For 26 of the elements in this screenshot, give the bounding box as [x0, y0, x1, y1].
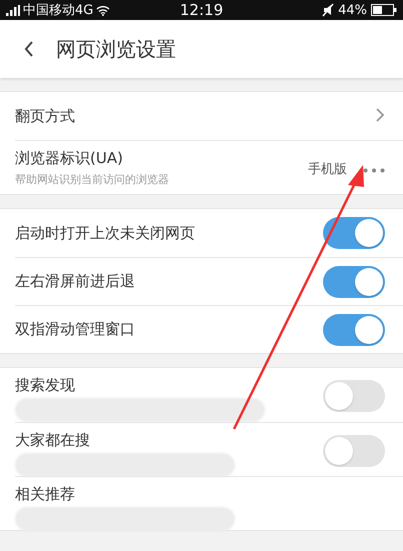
toggle-switch[interactable]: [323, 380, 385, 412]
setting-title: 双指滑动管理窗口: [15, 320, 135, 339]
setting-value: 手机版: [308, 162, 347, 176]
setting-title: 相关推荐: [15, 485, 75, 504]
setting-description: 帮助网站识别当前访问的浏览器: [15, 172, 169, 186]
setting-title: 左右滑屏前进后退: [15, 272, 135, 291]
setting-title: 翻页方式: [15, 106, 75, 126]
toggle-switch[interactable]: [323, 314, 385, 346]
toggle-switch[interactable]: [323, 435, 385, 467]
signal-icon: [6, 4, 20, 16]
setting-title: 搜索发现: [15, 376, 75, 395]
setting-title: 浏览器标识(UA): [15, 148, 123, 168]
wifi-icon: [96, 4, 110, 16]
clock-time: 12:19: [180, 1, 224, 19]
setting-title: 大家都在搜: [15, 431, 90, 450]
battery-percent: 44%: [338, 2, 368, 18]
toggle-switch[interactable]: [323, 217, 385, 249]
page-title: 网页浏览设置: [56, 36, 176, 62]
toggle-switch[interactable]: [323, 266, 385, 298]
carrier-name: 中国移动4G: [23, 2, 94, 19]
muted-icon: [322, 3, 334, 17]
back-icon[interactable]: [24, 41, 34, 57]
chevron-right-icon: [376, 108, 385, 122]
more-icon[interactable]: [363, 168, 385, 172]
setting-title: 启动时打开上次未关闭网页: [15, 224, 195, 242]
battery-icon: [371, 4, 398, 16]
